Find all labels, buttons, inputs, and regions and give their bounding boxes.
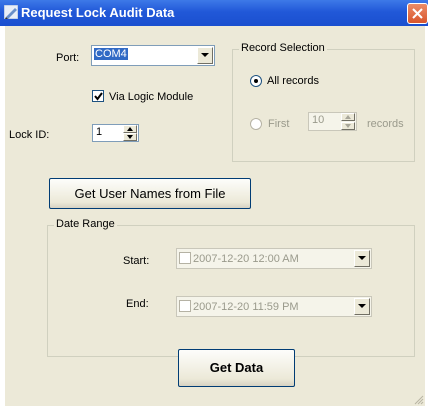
- app-icon: [4, 5, 18, 19]
- start-date-checkbox[interactable]: [179, 252, 191, 264]
- end-date-picker[interactable]: 2007-12-20 11:59 PM: [176, 296, 372, 317]
- all-records-radio[interactable]: [250, 75, 262, 87]
- chevron-down-icon: [358, 304, 366, 308]
- start-label: Start:: [123, 255, 150, 267]
- window-title: Request Lock Audit Data: [21, 5, 175, 20]
- start-date-value: 2007-12-20 12:00 AM: [193, 253, 299, 265]
- record-selection-title: Record Selection: [239, 42, 327, 54]
- record-selection-group: Record Selection All records First 10 re…: [232, 42, 415, 162]
- lock-id-down-button[interactable]: [123, 133, 137, 141]
- resize-grip-icon[interactable]: [413, 394, 424, 405]
- arrow-down-icon: [127, 135, 133, 139]
- chevron-down-icon: [358, 256, 366, 260]
- arrow-down-icon: [345, 124, 351, 128]
- request-lock-audit-window: Request Lock Audit Data Port: COM4 Via L…: [0, 0, 428, 410]
- arrow-up-icon: [127, 127, 133, 131]
- get-data-button[interactable]: Get Data: [178, 349, 295, 387]
- first-records-radio[interactable]: [250, 118, 262, 130]
- first-count-up-button[interactable]: [341, 113, 355, 121]
- end-date-checkbox[interactable]: [179, 300, 191, 312]
- port-value: COM4: [94, 48, 128, 60]
- date-range-group: Date Range Start: 2007-12-20 12:00 AM En…: [47, 218, 415, 357]
- title-bar[interactable]: Request Lock Audit Data: [0, 0, 428, 26]
- end-label: End:: [126, 298, 149, 310]
- all-records-label: All records: [267, 75, 319, 87]
- first-count-down-button[interactable]: [341, 122, 355, 130]
- date-range-title: Date Range: [54, 218, 117, 230]
- via-logic-checkbox[interactable]: [92, 90, 104, 102]
- end-date-value: 2007-12-20 11:59 PM: [193, 301, 299, 313]
- close-icon: [412, 8, 423, 19]
- start-date-picker[interactable]: 2007-12-20 12:00 AM: [176, 248, 372, 269]
- chevron-down-icon: [201, 53, 209, 57]
- checkmark-icon: [94, 92, 103, 101]
- lock-id-label: Lock ID:: [9, 129, 50, 141]
- first-count-spinner[interactable]: 10: [308, 112, 357, 131]
- arrow-up-icon: [345, 115, 351, 119]
- get-user-names-button[interactable]: Get User Names from File: [49, 178, 251, 209]
- lock-id-spinner[interactable]: 1: [92, 124, 139, 142]
- first-records-label: First: [268, 118, 290, 130]
- records-unit-label: records: [367, 118, 404, 130]
- start-date-dropdown-button[interactable]: [354, 250, 370, 267]
- via-logic-label: Via Logic Module: [109, 91, 194, 103]
- lock-id-up-button[interactable]: [123, 125, 137, 133]
- radio-selected-dot: [254, 79, 258, 83]
- port-select[interactable]: COM4: [91, 45, 215, 66]
- lock-id-value: 1: [96, 126, 103, 138]
- close-button[interactable]: [407, 3, 428, 24]
- end-date-dropdown-button[interactable]: [354, 298, 370, 315]
- port-label: Port:: [56, 52, 80, 64]
- first-count-value: 10: [312, 114, 325, 126]
- port-dropdown-button[interactable]: [197, 47, 213, 64]
- dialog-client: Port: COM4 Via Logic Module Lock ID: 1 R…: [5, 26, 425, 406]
